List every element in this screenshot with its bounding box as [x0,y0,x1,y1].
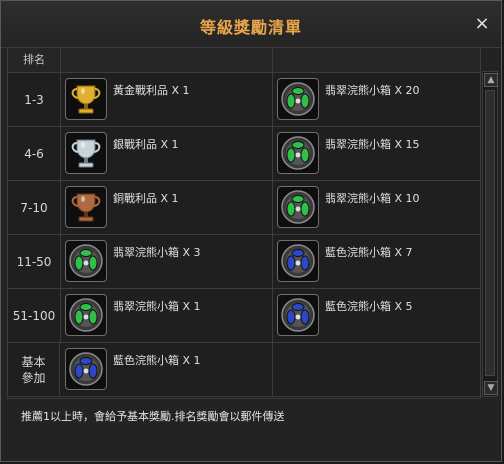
reward-list-window: 等級獎勵清單 × 排名 1-3 黃金戰利品 X 1 翡翠浣熊小箱 X 20 4-6 銀戰… [0,0,502,462]
reward-item-label: 銅戰利品 X 1 [113,192,179,205]
reward-cell: 黃金戰利品 X 1 [61,73,273,126]
table-row: 1-3 黃金戰利品 X 1 翡翠浣熊小箱 X 20 [8,73,480,127]
reward-cell: 藍色浣熊小箱 X 5 [273,289,480,342]
table-row: 4-6 銀戰利品 X 1 翡翠浣熊小箱 X 15 [8,127,480,181]
reward-item-slot[interactable] [277,132,319,174]
title-bar: 等級獎勵清單 × [1,1,501,48]
rank-label: 1-3 [8,73,61,126]
table-row: 11-50 翡翠浣熊小箱 X 3 藍色浣熊小箱 X 7 [8,235,480,289]
reward-cell [273,343,480,396]
reward-cell: 銀戰利品 X 1 [61,127,273,180]
scroll-up-button[interactable]: ▲ [484,73,498,87]
reward-cell: 翡翠浣熊小箱 X 3 [61,235,273,288]
rank-label: 4-6 [8,127,61,180]
reward-item-slot[interactable] [65,294,107,336]
rank-label: 7-10 [8,181,61,234]
reward-item-label: 藍色浣熊小箱 X 1 [113,354,201,367]
reward-item-slot[interactable] [65,132,107,174]
reward-cell: 藍色浣熊小箱 X 1 [61,343,273,396]
reward-item-label: 翡翠浣熊小箱 X 10 [325,192,420,205]
rank-label: 51-100 [8,289,61,342]
reward-item-label: 藍色浣熊小箱 X 7 [325,246,413,259]
reward-item-slot[interactable] [65,186,107,228]
scrollbar[interactable]: ▲ ▼ [482,71,498,397]
column-divider [272,48,273,72]
reward-item-label: 銀戰利品 X 1 [113,138,179,151]
reward-item-slot[interactable] [277,240,319,282]
close-icon[interactable]: × [473,15,491,33]
reward-cell: 藍色浣熊小箱 X 7 [273,235,480,288]
reward-item-slot[interactable] [277,294,319,336]
scroll-thumb[interactable] [485,90,495,376]
reward-cell: 翡翠浣熊小箱 X 20 [273,73,480,126]
reward-item-slot[interactable] [277,186,319,228]
rank-label: 基本參加 [8,343,60,396]
reward-item-label: 翡翠浣熊小箱 X 20 [325,84,420,97]
rank-label: 11-50 [8,235,61,288]
reward-cell: 翡翠浣熊小箱 X 10 [273,181,480,234]
reward-item-label: 藍色浣熊小箱 X 5 [325,300,413,313]
reward-item-label: 翡翠浣熊小箱 X 3 [113,246,201,259]
reward-cell: 銅戰利品 X 1 [61,181,273,234]
rank-column-header: 排名 [8,48,61,72]
reward-cell: 翡翠浣熊小箱 X 1 [61,289,273,342]
reward-item-slot[interactable] [65,348,107,390]
reward-item-label: 翡翠浣熊小箱 X 1 [113,300,201,313]
reward-item-label: 翡翠浣熊小箱 X 15 [325,138,420,151]
reward-cell: 翡翠浣熊小箱 X 15 [273,127,480,180]
reward-item-slot[interactable] [65,78,107,120]
footer-note: 推薦1以上時，會給予基本獎勵.排名獎勵會以郵件傳送 [21,410,285,423]
reward-item-label: 黃金戰利品 X 1 [113,84,190,97]
reward-item-slot[interactable] [277,78,319,120]
reward-item-slot[interactable] [65,240,107,282]
window-title: 等級獎勵清單 [199,18,302,37]
table-header: 排名 [8,48,480,73]
table-row: 51-100 翡翠浣熊小箱 X 1 藍色浣熊小箱 X 5 [8,289,480,343]
table-row: 基本參加 藍色浣熊小箱 X 1 [8,343,480,397]
table-row: 7-10 銅戰利品 X 1 翡翠浣熊小箱 X 10 [8,181,480,235]
reward-table: 排名 1-3 黃金戰利品 X 1 翡翠浣熊小箱 X 20 4-6 銀戰利品 X 1 翡翠浣… [7,47,481,399]
scroll-down-button[interactable]: ▼ [484,381,498,395]
